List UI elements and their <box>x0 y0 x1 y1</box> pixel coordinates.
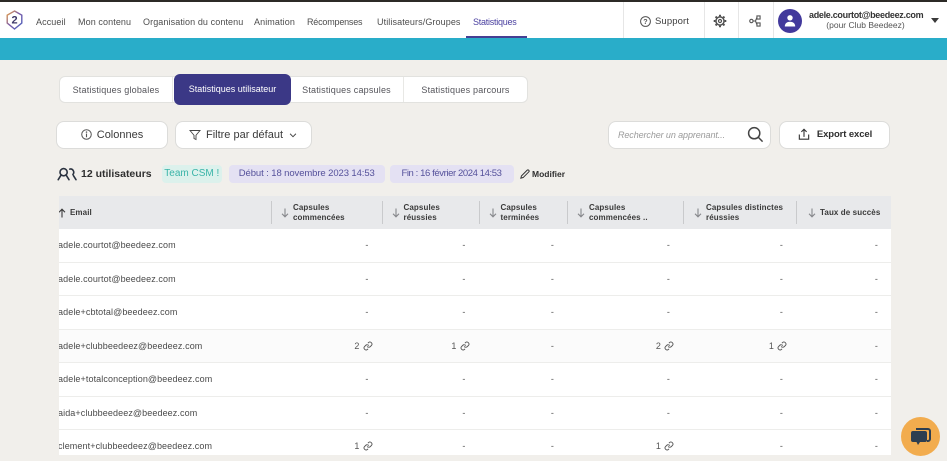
svg-text:2: 2 <box>11 15 17 27</box>
svg-text:?: ? <box>643 17 647 26</box>
